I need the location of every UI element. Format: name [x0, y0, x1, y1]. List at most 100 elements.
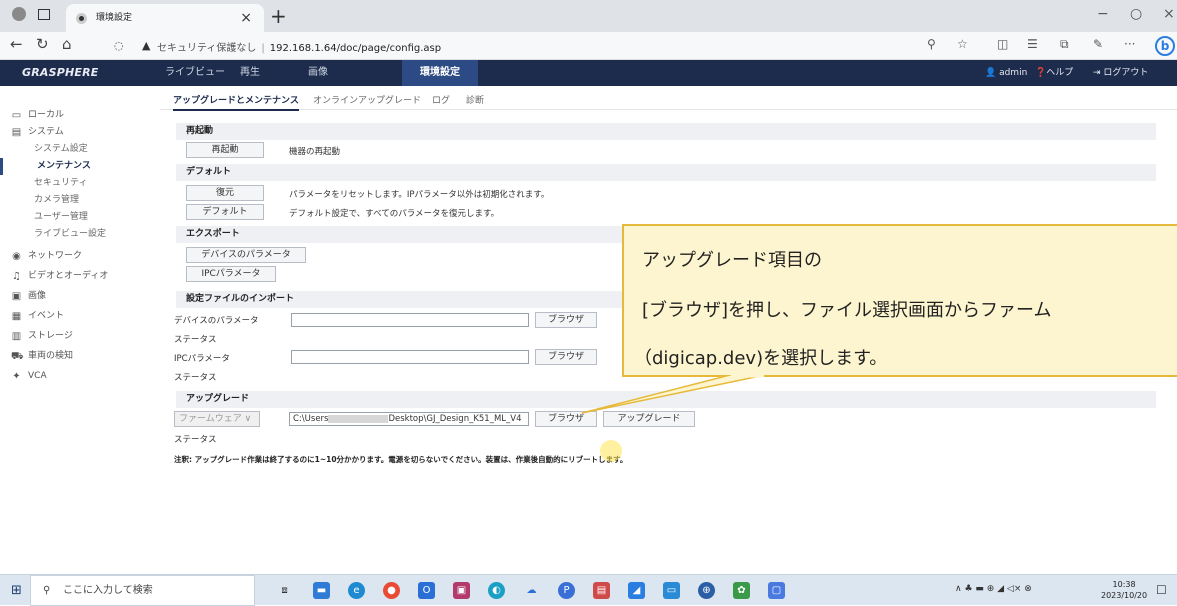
- sidebar-item-video-audio[interactable]: ♫ ビデオとオーディオ: [0, 268, 160, 285]
- sidebar: ▭ ローカル ▤ システム システム設定 メンテナンス セキュリティ カメラ管理 ユ…: [0, 86, 160, 574]
- reboot-button[interactable]: 再起動: [186, 142, 264, 158]
- task-view-icon[interactable]: ⧈: [276, 582, 293, 599]
- extensions-icon[interactable]: ✎: [1093, 37, 1103, 51]
- instruction-callout: アップグレード項目の [ブラウザ]を押し、ファイル選択画面からファーム （dig…: [622, 224, 1177, 377]
- tab-upgrade-maintenance[interactable]: アップグレードとメンテナンス: [173, 93, 299, 111]
- favorite-star-icon[interactable]: ☆: [957, 37, 968, 51]
- callout-line-1: アップグレード項目の: [642, 250, 822, 271]
- sidebar-item-system[interactable]: ▤ システム: [0, 124, 160, 141]
- sidebar-item-storage[interactable]: ▥ ストレージ: [0, 328, 160, 345]
- home-icon[interactable]: ⌂: [62, 35, 72, 53]
- refresh-icon[interactable]: ↻: [36, 35, 49, 53]
- back-icon[interactable]: ←: [10, 35, 23, 53]
- app-icon-13[interactable]: ✿: [733, 582, 750, 599]
- sidebar-item-vca[interactable]: ✦ VCA: [0, 368, 160, 385]
- upgrade-file-path-field[interactable]: C:\Users Desktop\GJ_Design_K51_ML_V4: [289, 412, 529, 426]
- user-menu[interactable]: 👤 admin: [985, 60, 1027, 86]
- app-icon-14[interactable]: ▢: [768, 582, 785, 599]
- more-icon[interactable]: ···: [1124, 37, 1135, 51]
- tab-actions-icon[interactable]: [38, 9, 50, 20]
- taskbar-clock[interactable]: 10:38 2023/10/20: [1101, 579, 1147, 601]
- chevron-down-icon: ∨: [244, 414, 252, 424]
- security-label: セキュリティ保護なし: [157, 43, 257, 54]
- vehicle-icon: ⛟: [11, 351, 24, 362]
- section-default-title: デフォルト: [176, 164, 1156, 181]
- tab-log[interactable]: ログ: [432, 93, 450, 106]
- file-explorer-icon[interactable]: ▬: [313, 582, 330, 599]
- import-device-params-field[interactable]: [291, 313, 529, 327]
- callout-pointer: [581, 375, 766, 414]
- outlook-icon[interactable]: O: [418, 582, 435, 599]
- sidebar-item-users[interactable]: ユーザー管理: [0, 209, 160, 226]
- chrome-icon[interactable]: ●: [383, 582, 400, 599]
- app-nav-bar: GRASPHERE ライブビュー 再生 画像 環境設定 👤 admin ❓ヘルプ…: [0, 60, 1177, 86]
- restore-button[interactable]: 復元: [186, 185, 264, 201]
- edge-icon[interactable]: e: [348, 582, 365, 599]
- export-device-params-button[interactable]: デバイスのパラメータ: [186, 247, 306, 263]
- maximize-button[interactable]: ○: [1130, 6, 1142, 22]
- profile-icon[interactable]: [12, 7, 26, 21]
- import-ipc-params-label: IPCパラメータ: [174, 354, 230, 364]
- sidebar-item-camera[interactable]: カメラ管理: [0, 192, 160, 209]
- image-icon: ▣: [11, 291, 22, 302]
- restore-desc: パラメータをリセットします。IPパラメータ以外は初期化されます。: [289, 190, 550, 200]
- import-ipc-params-field[interactable]: [291, 350, 529, 364]
- favorites-icon[interactable]: ☰: [1027, 37, 1038, 51]
- bing-icon[interactable]: b: [1155, 36, 1175, 56]
- app-icon-6[interactable]: ◐: [488, 582, 505, 599]
- nav-playback[interactable]: 再生: [222, 60, 278, 86]
- app-icon-9[interactable]: ▤: [593, 582, 610, 599]
- sidebar-item-vehicle[interactable]: ⛟ 車両の検知: [0, 348, 160, 365]
- new-tab-button[interactable]: +: [270, 4, 287, 28]
- collections-icon[interactable]: ⧉: [1060, 37, 1069, 52]
- app-icon-11[interactable]: ▭: [663, 582, 680, 599]
- app-logo: GRASPHERE: [22, 66, 99, 79]
- app-icon-10[interactable]: ◢: [628, 582, 645, 599]
- user-icon: 👤: [985, 68, 1000, 78]
- clock-time: 10:38: [1112, 580, 1136, 589]
- sidebar-item-maintenance[interactable]: メンテナンス: [0, 158, 160, 175]
- nav-image[interactable]: 画像: [290, 60, 346, 86]
- import-device-browse-button[interactable]: ブラウザ: [535, 312, 597, 328]
- sidebar-item-network[interactable]: ◉ ネットワーク: [0, 248, 160, 265]
- sidebar-item-local[interactable]: ▭ ローカル: [0, 107, 160, 124]
- sidebar-item-security[interactable]: セキュリティ: [0, 175, 160, 192]
- app-icon-8[interactable]: P: [558, 582, 575, 599]
- split-screen-icon[interactable]: ◫: [997, 37, 1008, 51]
- url-field[interactable]: セキュリティ保護なし | 192.168.1.64/doc/page/config.…: [157, 39, 441, 54]
- upgrade-note: 注釈: アップグレード作業は終了するのに1~10分かかります。電源を切らないでく…: [174, 455, 628, 464]
- zoom-icon[interactable]: ⚲: [927, 37, 936, 51]
- tab-close-icon[interactable]: ×: [240, 4, 252, 32]
- reboot-desc: 機器の再起動: [289, 147, 341, 157]
- minimize-button[interactable]: −: [1097, 6, 1109, 22]
- app-icon-5[interactable]: ▣: [453, 582, 470, 599]
- loading-icon: ◌: [114, 39, 124, 52]
- favicon-icon: [76, 13, 87, 24]
- logout-icon: ⇥: [1093, 68, 1104, 78]
- app-icon-12[interactable]: ⊕: [698, 582, 715, 599]
- close-window-button[interactable]: ×: [1163, 6, 1175, 22]
- upgrade-type-select[interactable]: ファームウェア ∨: [174, 411, 260, 427]
- click-highlight: [600, 440, 622, 462]
- windows-start-icon[interactable]: ⊞: [8, 582, 25, 599]
- tab-online-upgrade[interactable]: オンラインアップグレード: [313, 93, 421, 106]
- search-icon: ⚲: [43, 585, 51, 596]
- tab-diagnosis[interactable]: 診断: [466, 93, 484, 106]
- sidebar-item-event[interactable]: ▦ イベント: [0, 308, 160, 325]
- taskbar-search[interactable]: ⚲ ここに入力して検索: [30, 575, 255, 606]
- export-ipc-params-button[interactable]: IPCパラメータ: [186, 266, 276, 282]
- logout-link[interactable]: ⇥ ログアウト: [1093, 60, 1148, 86]
- sidebar-item-liveview-settings[interactable]: ライブビュー設定: [0, 226, 160, 243]
- callout-line-3: （digicap.dev)を選択します。: [634, 348, 888, 369]
- system-tray-icons[interactable]: ∧ ♣ ▬ ⊕ ◢ ◁× ⊗: [955, 584, 1032, 594]
- help-link[interactable]: ❓ヘルプ: [1035, 60, 1073, 86]
- cloud-icon[interactable]: ☁: [523, 582, 540, 599]
- sidebar-item-system-settings[interactable]: システム設定: [0, 141, 160, 158]
- help-icon: ❓: [1035, 68, 1047, 78]
- import-ipc-browse-button[interactable]: ブラウザ: [535, 349, 597, 365]
- nav-config[interactable]: 環境設定: [402, 60, 478, 86]
- default-button[interactable]: デフォルト: [186, 204, 264, 220]
- sidebar-item-image[interactable]: ▣ 画像: [0, 288, 160, 305]
- notification-icon[interactable]: ☐: [1156, 583, 1167, 597]
- browser-tab[interactable]: 環境設定 ×: [66, 4, 264, 32]
